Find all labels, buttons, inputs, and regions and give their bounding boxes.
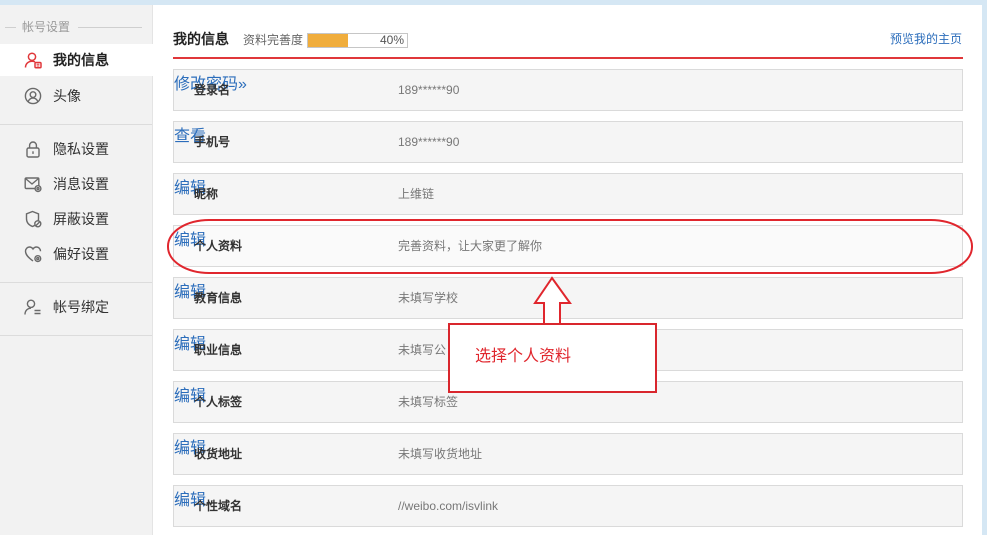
sidebar-item-blocking[interactable]: 屏蔽设置: [0, 203, 152, 235]
annotation-highlight-ellipse: [167, 219, 973, 274]
completeness-percent-text: 40%: [379, 33, 404, 47]
info-row-shipping-address: 收货地址 未填写收货地址 编辑: [173, 433, 963, 475]
sidebar-divider: [0, 282, 152, 283]
info-row-phone: 手机号 189******90 查看: [173, 121, 963, 163]
row-value: 上维链: [398, 187, 435, 201]
sidebar-item-privacy[interactable]: 隐私设置: [0, 133, 152, 165]
annotation-callout-text: 选择个人资料: [475, 348, 572, 365]
sidebar-divider: [0, 124, 152, 125]
sidebar-title-rule-right: [78, 27, 142, 28]
row-label: 教育信息: [194, 291, 243, 305]
completeness-progress-bar: 40%: [307, 33, 408, 48]
row-value: //weibo.com/isvlink: [398, 499, 499, 513]
sidebar-item-messages[interactable]: 消息设置: [0, 168, 152, 200]
sidebar-item-label: 消息设置: [53, 176, 109, 192]
heart-icon: [24, 245, 42, 263]
page-title: 我的信息: [173, 31, 229, 47]
sidebar-item-label: 偏好设置: [53, 246, 109, 262]
row-label: 登录名: [194, 83, 231, 97]
sidebar-item-preferences[interactable]: 偏好设置: [0, 238, 152, 270]
info-row-login-name: 登录名 189******90 修改密码»: [173, 69, 963, 111]
sidebar-item-label: 我的信息: [53, 52, 109, 68]
sidebar-title-rule-left: [5, 27, 16, 28]
completeness-progress-fill: [308, 34, 348, 47]
row-value: 未填写学校: [398, 291, 459, 305]
completeness-label: 资料完善度: [243, 33, 304, 47]
sidebar-item-label: 隐私设置: [53, 141, 109, 157]
sidebar-title: 帐号设置: [22, 20, 71, 34]
row-label: 个人标签: [194, 395, 243, 409]
info-row-custom-domain: 个性域名 //weibo.com/isvlink 编辑: [173, 485, 963, 527]
user-link-icon: [24, 298, 42, 316]
preview-homepage-link[interactable]: 预览我的主页: [890, 32, 962, 46]
row-label: 手机号: [194, 135, 231, 149]
sidebar-item-account-binding[interactable]: 帐号绑定: [0, 291, 152, 323]
row-value: 未填写收货地址: [398, 447, 483, 461]
shield-icon: [24, 210, 42, 228]
annotation-up-arrow: [533, 276, 572, 325]
row-label: 收货地址: [194, 447, 243, 461]
lock-icon: [24, 140, 42, 158]
sidebar-item-my-info[interactable]: 我的信息: [0, 44, 153, 76]
row-value: 189******90: [398, 83, 460, 97]
sidebar-item-label: 屏蔽设置: [53, 211, 109, 227]
user-icon: [24, 51, 42, 69]
row-label: 个性域名: [194, 499, 243, 513]
row-label: 职业信息: [194, 343, 243, 357]
header-divider: [173, 57, 963, 59]
row-value: 189******90: [398, 135, 460, 149]
annotation-callout-box: 选择个人资料: [448, 323, 657, 393]
row-label: 昵称: [194, 187, 219, 201]
sidebar-item-label: 头像: [53, 88, 81, 104]
envelope-icon: [24, 175, 42, 193]
sidebar-item-label: 帐号绑定: [53, 299, 109, 315]
avatar-icon: [24, 87, 42, 105]
sidebar-item-avatar[interactable]: 头像: [0, 80, 152, 112]
account-settings-sidebar: 帐号设置 我的信息 头像 隐私设置 消息设置 屏蔽设置 偏好设置 帐号绑定: [0, 5, 153, 535]
info-row-nickname: 昵称 上维链 编辑: [173, 173, 963, 215]
sidebar-divider: [0, 335, 152, 336]
row-value: 未填写公: [398, 343, 447, 357]
